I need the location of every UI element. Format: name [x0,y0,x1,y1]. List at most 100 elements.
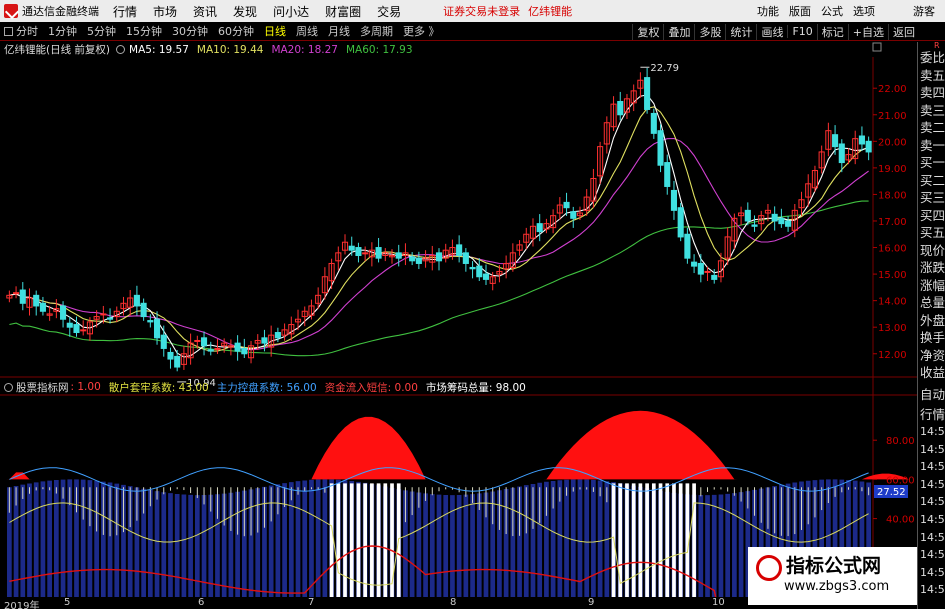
sidebar-auto[interactable]: 自动 [920,385,945,405]
period-5min[interactable]: 5分钟 [87,23,116,39]
candle-body [167,351,174,360]
ma10-label: MA10: 19.44 [196,43,264,56]
candle-body [684,233,691,259]
period-15min[interactable]: 15分钟 [126,23,162,39]
candle-body [711,274,718,280]
period-weekly[interactable]: 周线 [296,23,318,39]
candle-body [147,320,154,323]
candle-body [832,134,839,148]
candle-body [73,324,80,334]
indicator-value-1: : 1.00 [70,381,101,393]
tool-adjust[interactable]: 复权 [632,23,663,40]
tool-multi-stock[interactable]: 多股 [694,23,725,40]
period-intraday[interactable]: 分时 [16,23,38,39]
ma60-label: MA60: 17.93 [345,43,413,56]
current-value-badge: 27.52 [877,487,906,498]
candle-body [241,347,248,355]
candle-body [66,322,73,328]
candle-body [670,189,678,211]
price-tick-label: 19.00 [878,164,907,175]
period-30min[interactable]: 30分钟 [172,23,208,39]
candle-body [362,252,369,255]
price-tick-label: 13.00 [878,323,907,334]
candle-body [778,217,785,225]
candle-body [33,294,40,307]
menu-functions[interactable]: 功能 [757,3,779,19]
menu-trade[interactable]: 交易 [377,3,401,20]
menu-market-quotes[interactable]: 行情 [113,3,137,20]
tool-f10[interactable]: F10 [787,25,816,38]
price-tick-label: 20.00 [878,137,907,148]
menu-formula[interactable]: 公式 [821,3,843,19]
candle-body [60,305,67,320]
high-price-label: 22.79 [650,63,679,74]
period-daily[interactable]: 日线 [264,23,286,39]
period-60min[interactable]: 60分钟 [218,23,254,39]
sidebar-quotes[interactable]: 行情 [920,405,945,425]
sub-tick-label: 40.00 [886,515,915,526]
tool-statistics[interactable]: 统计 [725,23,756,40]
settings-gear-icon[interactable] [116,45,126,54]
date-tick: 7 [308,597,315,608]
candle-body [617,100,624,116]
candle-body [865,140,872,153]
menu-discover[interactable]: 发现 [233,3,257,20]
indicator-chip-total: 市场筹码总量: 98.00 [425,381,526,394]
price-tick-label: 15.00 [878,270,907,281]
sidebar-time: 14:50 [920,477,945,491]
app-logo-icon [4,4,18,18]
sidebar-quote-item[interactable]: 收益 [920,363,945,383]
watermark-logo-icon [756,555,782,581]
candle-body [536,223,543,233]
title-bar: 通达信金融终端 行情 市场 资讯 发现 问小达 财富圈 交易 证券交易未登录 亿… [0,0,945,22]
ma10-line [9,106,869,352]
date-tick: 6 [198,597,205,608]
tool-add-watchlist[interactable]: +自选 [847,23,888,40]
period-monthly[interactable]: 月线 [328,23,350,39]
menu-ask[interactable]: 问小达 [273,3,309,20]
date-tick: 10 [712,597,725,608]
tool-back[interactable]: 返回 [888,23,919,40]
candle-body [133,294,140,307]
trade-login-notice[interactable]: 证券交易未登录 [443,3,520,19]
indicator-main-control: 主力控盘系数: 56.00 [216,381,317,394]
watermark-title: 指标公式网 [786,555,882,577]
menu-wealth[interactable]: 财富圈 [325,3,361,20]
sidebar-time: 14:50 [920,530,945,544]
period-more[interactable]: 更多 》 [403,23,440,39]
tool-mark[interactable]: 标记 [816,23,848,40]
candle-body [355,247,362,257]
chart-corner-controls [872,42,884,56]
period-1min[interactable]: 1分钟 [48,23,77,39]
candle-body [234,342,241,352]
indicator-name[interactable]: 股票指标网 [16,380,69,395]
date-tick: 2019年 [4,601,40,609]
menu-options[interactable]: 选项 [853,3,875,19]
price-chart[interactable]: 12.00 13.00 14.00 15.00 16.00 17.00 18.00 19.00… [0,57,917,597]
menu-market[interactable]: 市场 [153,3,177,20]
price-tick-label: 22.00 [878,84,907,95]
candle-body [261,337,268,344]
candle-body [570,211,577,219]
sidebar-time: 14:50 [920,513,945,526]
period-multi[interactable]: 多周期 [360,23,393,39]
guest-user[interactable]: 游客 [913,3,935,19]
expand-icon[interactable] [872,42,884,54]
indicator-settings-icon[interactable] [4,382,13,392]
candle-body [194,339,201,342]
inflow-area [308,416,429,480]
candle-body [153,318,161,339]
price-tick-label: 14.00 [878,297,907,308]
menu-news[interactable]: 资讯 [193,3,217,20]
candle-body [19,289,26,304]
menu-layout[interactable]: 版面 [789,3,811,19]
checkbox-icon[interactable] [4,26,13,36]
tool-overlay[interactable]: 叠加 [663,23,694,40]
current-stock-name: 亿纬锂能 [528,5,573,18]
candlestick-series [6,66,872,383]
tool-draw[interactable]: 画线 [756,23,787,40]
sidebar-time: 14:50 [920,460,945,474]
sidebar-time: 14:50 [920,565,945,579]
sub-tick-label: 60.00 [886,475,915,486]
candle-body [664,162,671,187]
